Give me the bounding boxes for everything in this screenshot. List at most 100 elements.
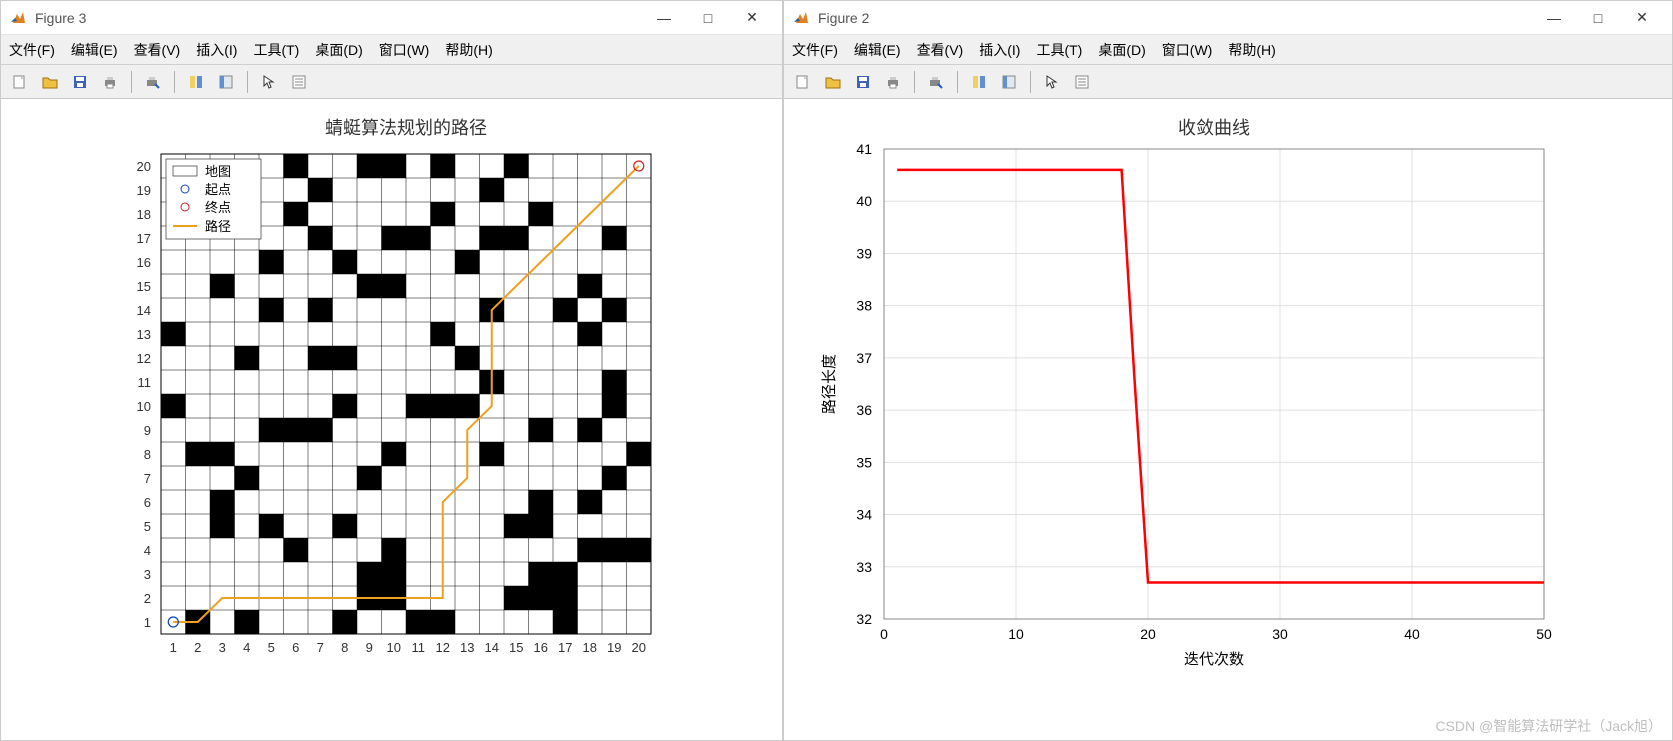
menu-insert[interactable]: 插入(I): [196, 40, 237, 60]
svg-text:19: 19: [607, 640, 621, 655]
print-figure-icon[interactable]: [923, 69, 949, 95]
cursor-icon[interactable]: [256, 69, 282, 95]
menu-tools[interactable]: 工具(T): [1036, 40, 1082, 60]
separator: [1030, 71, 1031, 93]
svg-text:1: 1: [170, 640, 177, 655]
titlebar[interactable]: Figure 2 — □ ✕: [784, 1, 1672, 35]
linked-plot-icon[interactable]: [183, 69, 209, 95]
menu-edit[interactable]: 编辑(E): [71, 40, 118, 60]
svg-text:30: 30: [1272, 626, 1288, 642]
save-icon[interactable]: [850, 69, 876, 95]
minimize-button[interactable]: —: [1532, 10, 1576, 26]
svg-text:40: 40: [856, 193, 872, 209]
svg-text:2: 2: [194, 640, 201, 655]
svg-text:1: 1: [144, 615, 151, 630]
print-figure-icon[interactable]: [140, 69, 166, 95]
svg-text:10: 10: [1008, 626, 1024, 642]
separator: [957, 71, 958, 93]
svg-text:14: 14: [137, 303, 151, 318]
menu-help[interactable]: 帮助(H): [445, 40, 492, 60]
menu-edit[interactable]: 编辑(E): [854, 40, 901, 60]
separator: [914, 71, 915, 93]
svg-text:13: 13: [460, 640, 474, 655]
properties-icon[interactable]: [1069, 69, 1095, 95]
svg-text:37: 37: [856, 350, 872, 366]
linked-plot-icon[interactable]: [966, 69, 992, 95]
svg-text:15: 15: [509, 640, 523, 655]
svg-text:0: 0: [880, 626, 888, 642]
close-button[interactable]: ✕: [1620, 9, 1664, 26]
menu-window[interactable]: 窗口(W): [379, 40, 430, 60]
colorbar-icon[interactable]: [213, 69, 239, 95]
menu-desktop[interactable]: 桌面(D): [315, 40, 362, 60]
menu-file[interactable]: 文件(F): [792, 40, 838, 60]
svg-text:12: 12: [137, 351, 151, 366]
figure3-window: Figure 3 — □ ✕ 文件(F) 编辑(E) 查看(V) 插入(I) 工…: [0, 0, 783, 741]
cursor-icon[interactable]: [1039, 69, 1065, 95]
minimize-button[interactable]: —: [642, 10, 686, 26]
svg-text:38: 38: [856, 298, 872, 314]
separator: [131, 71, 132, 93]
svg-text:33: 33: [856, 559, 872, 575]
colorbar-icon[interactable]: [996, 69, 1022, 95]
svg-text:4: 4: [144, 543, 151, 558]
save-icon[interactable]: [67, 69, 93, 95]
svg-text:36: 36: [856, 402, 872, 418]
svg-text:3: 3: [144, 567, 151, 582]
svg-text:10: 10: [137, 399, 151, 414]
figure2-axes[interactable]: 收敛曲线0102030405032333435363738394041迭代次数路…: [784, 99, 1672, 740]
svg-text:收敛曲线: 收敛曲线: [1178, 118, 1250, 138]
svg-text:17: 17: [137, 231, 151, 246]
svg-text:7: 7: [144, 471, 151, 486]
maximize-button[interactable]: □: [686, 10, 730, 26]
menubar: 文件(F) 编辑(E) 查看(V) 插入(I) 工具(T) 桌面(D) 窗口(W…: [1, 35, 782, 65]
svg-text:终点: 终点: [205, 200, 231, 215]
menu-window[interactable]: 窗口(W): [1162, 40, 1213, 60]
svg-text:2: 2: [144, 591, 151, 606]
print-icon[interactable]: [880, 69, 906, 95]
Menu-desktop[interactable]: 桌面(D): [1098, 40, 1145, 60]
new-icon[interactable]: [7, 69, 33, 95]
svg-text:14: 14: [485, 640, 499, 655]
figure3-axes[interactable]: 蜻蜓算法规划的路径1234567891011121314151617181920…: [1, 99, 782, 740]
menu-file[interactable]: 文件(F): [9, 40, 55, 60]
window-title: Figure 3: [35, 10, 642, 26]
menu-help[interactable]: 帮助(H): [1228, 40, 1275, 60]
titlebar[interactable]: Figure 3 — □ ✕: [1, 1, 782, 35]
watermark: CSDN @智能算法研学社（Jack旭）: [1435, 716, 1662, 736]
svg-text:34: 34: [856, 507, 872, 523]
menu-tools[interactable]: 工具(T): [253, 40, 299, 60]
matlab-logo-icon: [9, 9, 27, 27]
svg-text:起点: 起点: [205, 182, 231, 197]
svg-text:11: 11: [412, 640, 426, 655]
svg-text:路径长度: 路径长度: [821, 354, 838, 414]
svg-text:12: 12: [436, 640, 450, 655]
svg-text:6: 6: [292, 640, 299, 655]
svg-text:10: 10: [387, 640, 401, 655]
matlab-logo-icon: [792, 9, 810, 27]
svg-text:32: 32: [856, 611, 872, 627]
new-icon[interactable]: [790, 69, 816, 95]
figure2-window: Figure 2 — □ ✕ 文件(F) 编辑(E) 查看(V) 插入(I) 工…: [783, 0, 1673, 741]
svg-text:11: 11: [138, 375, 152, 390]
close-button[interactable]: ✕: [730, 9, 774, 26]
svg-text:15: 15: [137, 279, 151, 294]
svg-text:地图: 地图: [205, 164, 231, 179]
svg-text:35: 35: [856, 454, 872, 470]
properties-icon[interactable]: [286, 69, 312, 95]
svg-text:39: 39: [856, 245, 872, 261]
open-icon[interactable]: [820, 69, 846, 95]
separator: [247, 71, 248, 93]
svg-text:20: 20: [137, 159, 151, 174]
menu-insert[interactable]: 插入(I): [979, 40, 1020, 60]
svg-text:16: 16: [534, 640, 548, 655]
svg-text:50: 50: [1536, 626, 1552, 642]
menu-view[interactable]: 查看(V): [134, 40, 181, 60]
svg-text:路径: 路径: [205, 219, 231, 234]
svg-text:20: 20: [1140, 626, 1156, 642]
open-icon[interactable]: [37, 69, 63, 95]
svg-text:蜻蜓算法规划的路径: 蜻蜓算法规划的路径: [325, 118, 487, 138]
menu-view[interactable]: 查看(V): [917, 40, 964, 60]
maximize-button[interactable]: □: [1576, 10, 1620, 26]
print-icon[interactable]: [97, 69, 123, 95]
